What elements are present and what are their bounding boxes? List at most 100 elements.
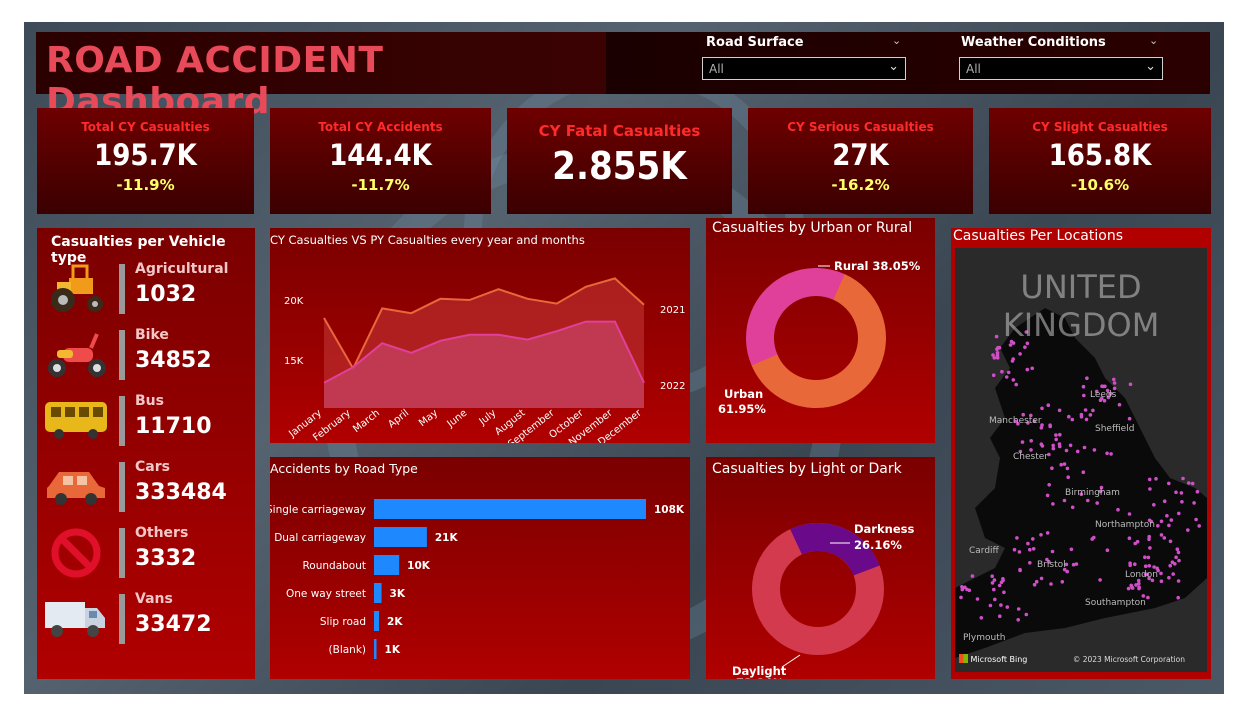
bus-icon (45, 402, 107, 439)
casualty-point (1048, 424, 1052, 429)
series-label: 2022 (660, 381, 685, 392)
casualty-point (1181, 476, 1185, 481)
chevron-down-icon[interactable]: ⌄ (892, 34, 901, 47)
casualty-point (1162, 536, 1167, 540)
donut-label: 73.84% (736, 676, 784, 679)
vehicle-name: Others (135, 525, 189, 541)
map-city-label: Birmingham (1065, 488, 1120, 498)
road-type-panel: Accidents by Road Type Single carriagewa… (270, 457, 690, 679)
casualty-point (1159, 533, 1164, 537)
casualty-point (1082, 445, 1087, 450)
casualty-point (1025, 367, 1030, 372)
casualty-point (1090, 537, 1094, 541)
casualty-point (998, 614, 1002, 618)
y-tick-label: 15K (284, 356, 304, 367)
divider (119, 594, 125, 644)
map-country-label: UNITED KINGDOM (1002, 268, 1160, 344)
casualty-point (1062, 462, 1067, 466)
casualty-point (1159, 579, 1164, 583)
leader-line (781, 654, 801, 668)
kpi-label: CY Serious Casualties (787, 120, 934, 134)
casualty-point (975, 597, 980, 601)
casualty-point (1180, 500, 1184, 504)
vehicle-value: 34852 (135, 348, 212, 373)
casualty-point (1045, 531, 1050, 535)
road-surface-label: Road Surface (706, 35, 804, 50)
bar-category-label: (Blank) (329, 644, 366, 656)
casualty-point (1127, 512, 1132, 516)
casualty-point (1064, 448, 1069, 453)
casualty-point (1190, 481, 1195, 486)
casualty-point (1012, 547, 1017, 552)
bar-value-label: 2K (387, 616, 403, 628)
casualty-point (1075, 449, 1080, 454)
casualty-point (1143, 564, 1148, 568)
casualty-point (1174, 555, 1178, 560)
weather-conditions-select[interactable]: All ⌄ (959, 57, 1163, 80)
casualty-point (1001, 577, 1005, 581)
casualty-point (1176, 595, 1180, 600)
casualty-point (1127, 536, 1132, 540)
casualty-point (1054, 437, 1058, 442)
casualty-point (1167, 575, 1171, 580)
donut-label: 61.95% (718, 402, 766, 416)
casualty-point (1045, 493, 1050, 498)
casualty-point (1195, 489, 1200, 494)
road-surface-select[interactable]: All ⌄ (702, 57, 906, 80)
casualty-point (1051, 446, 1056, 451)
casualty-point (1031, 547, 1036, 551)
casualty-point (1081, 384, 1086, 389)
vehicle-name: Agricultural (135, 261, 229, 277)
kpi-change: -10.6% (1070, 176, 1130, 194)
casualty-point (1047, 483, 1051, 487)
casualty-point (1156, 524, 1160, 528)
casualty-point (1092, 448, 1097, 452)
casualty-point (1059, 462, 1063, 467)
vehicle-type-panel: Casualties per Vehicle type Agricultural… (37, 228, 255, 679)
chevron-down-icon: ⌄ (1145, 59, 1156, 74)
bar (374, 499, 646, 519)
map-view[interactable]: UNITED KINGDOM Leeds Manchester Sheffiel… (955, 248, 1207, 672)
casualty-point (1146, 595, 1150, 600)
bing-logo-icon (959, 654, 968, 663)
kpi-change: -11.9% (116, 176, 175, 194)
donut-label: 26.16% (854, 538, 902, 552)
casualty-point (1000, 369, 1004, 374)
casualty-point (1023, 345, 1027, 349)
casualty-point (1040, 406, 1044, 411)
casualty-point (1167, 481, 1171, 486)
casualty-point (1051, 502, 1055, 506)
casualty-point (1179, 491, 1184, 495)
chevron-down-icon[interactable]: ⌄ (1149, 34, 1158, 47)
casualty-point (963, 585, 967, 590)
casualty-point (1054, 433, 1058, 437)
bar-value-label: 108K (654, 504, 685, 516)
casualty-point (1067, 414, 1071, 419)
casualty-point (1014, 382, 1018, 387)
monthly-trend-panel: CY Casualties VS PY Casualties every yea… (270, 228, 690, 443)
casualty-point (1083, 408, 1088, 412)
bar (374, 527, 427, 547)
map-city-label: Bristol (1037, 560, 1066, 570)
casualty-point (1084, 417, 1089, 422)
casualty-point (1169, 518, 1174, 522)
casualty-point (1050, 549, 1055, 554)
casualty-point (1070, 417, 1075, 422)
casualty-point (1101, 384, 1106, 389)
casualty-point (1074, 562, 1079, 566)
casualty-point (1040, 444, 1045, 448)
casualty-point (1133, 562, 1137, 566)
prohibited-icon (51, 528, 101, 578)
casualty-point (1173, 562, 1177, 566)
tractor-icon (51, 264, 103, 312)
bar-category-label: One way street (286, 588, 366, 600)
casualty-point (1192, 501, 1196, 505)
car-icon (47, 472, 105, 505)
kpi-label: Total CY Accidents (318, 120, 443, 134)
casualty-point (1175, 547, 1180, 551)
kpi-change: -16.2% (831, 176, 890, 194)
weather-conditions-value: All (966, 62, 981, 76)
motorbike-icon (48, 333, 106, 377)
kpi-total-casualties: Total CY Casualties 195.7K -11.9% (37, 108, 254, 214)
casualty-point (1105, 548, 1110, 552)
